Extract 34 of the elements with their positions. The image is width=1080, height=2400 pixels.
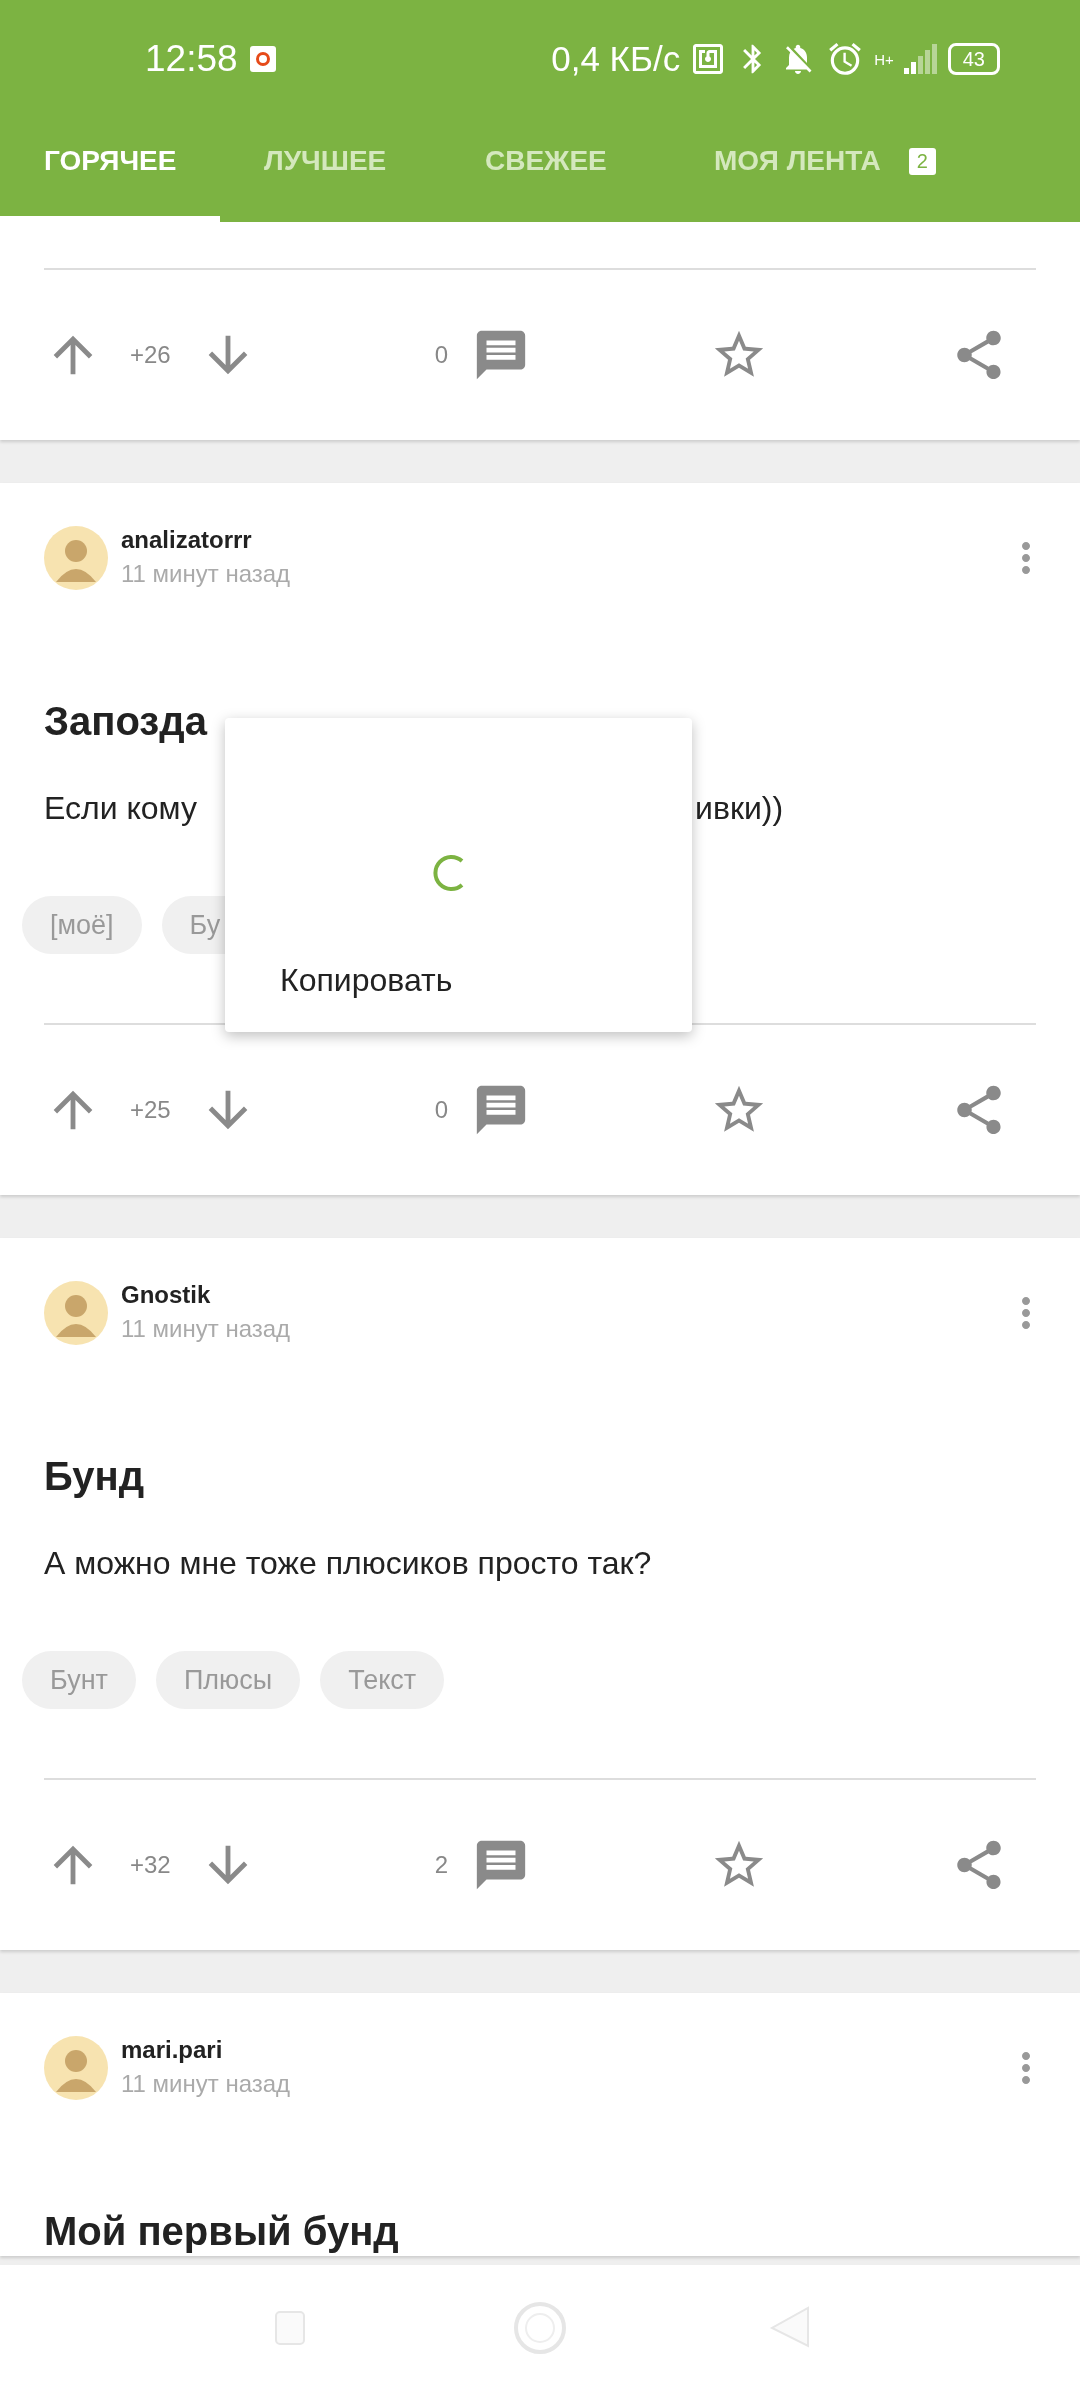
comment-count: 0 xyxy=(434,341,449,369)
network-speed: 0,4 КБ/с xyxy=(551,39,681,79)
post-text: А можно мне тоже плюсиков просто так? xyxy=(44,1544,652,1583)
tag[interactable]: Текст xyxy=(320,1651,445,1709)
tag[interactable]: Бунт xyxy=(22,1651,136,1709)
post-title[interactable]: Мой первый бунд xyxy=(44,2206,1036,2256)
post-text: ивки)) xyxy=(695,789,784,828)
avatar xyxy=(44,1281,108,1345)
post-time: 11 минут назад xyxy=(121,2070,291,2098)
avatar xyxy=(44,2036,108,2100)
tab[interactable]: ЛУЧШЕЕ xyxy=(220,118,441,222)
avatar xyxy=(44,526,108,590)
rating: +32 xyxy=(130,1851,171,1879)
rating: +26 xyxy=(130,341,171,369)
signal-icon xyxy=(903,44,938,74)
author-name[interactable]: mari.pari xyxy=(121,2036,291,2064)
clock: 12:58 xyxy=(145,38,238,80)
comment-count: 2 xyxy=(434,1851,449,1879)
author-name[interactable]: analizatorrr xyxy=(121,526,291,554)
post-time: 11 минут назад xyxy=(121,560,291,588)
record-icon xyxy=(249,46,276,72)
tab-badge: 2 xyxy=(908,147,936,175)
battery: 43 xyxy=(947,43,1000,75)
post-text: Если кому xyxy=(44,789,198,828)
author-name[interactable]: Gnostik xyxy=(121,1281,291,1309)
post-title[interactable]: Бунд xyxy=(44,1451,1036,1501)
rating: +25 xyxy=(130,1096,171,1124)
network-type: H+ xyxy=(874,50,894,68)
comment-count: 0 xyxy=(434,1096,449,1124)
tag[interactable]: [моё] xyxy=(22,896,142,954)
tag[interactable]: Плюсы xyxy=(155,1651,301,1709)
tab[interactable]: СВЕЖЕЕ xyxy=(441,118,670,222)
post-time: 11 минут назад xyxy=(121,1315,291,1343)
tab[interactable]: МОЯ ЛЕНТА 2 xyxy=(670,118,1020,222)
